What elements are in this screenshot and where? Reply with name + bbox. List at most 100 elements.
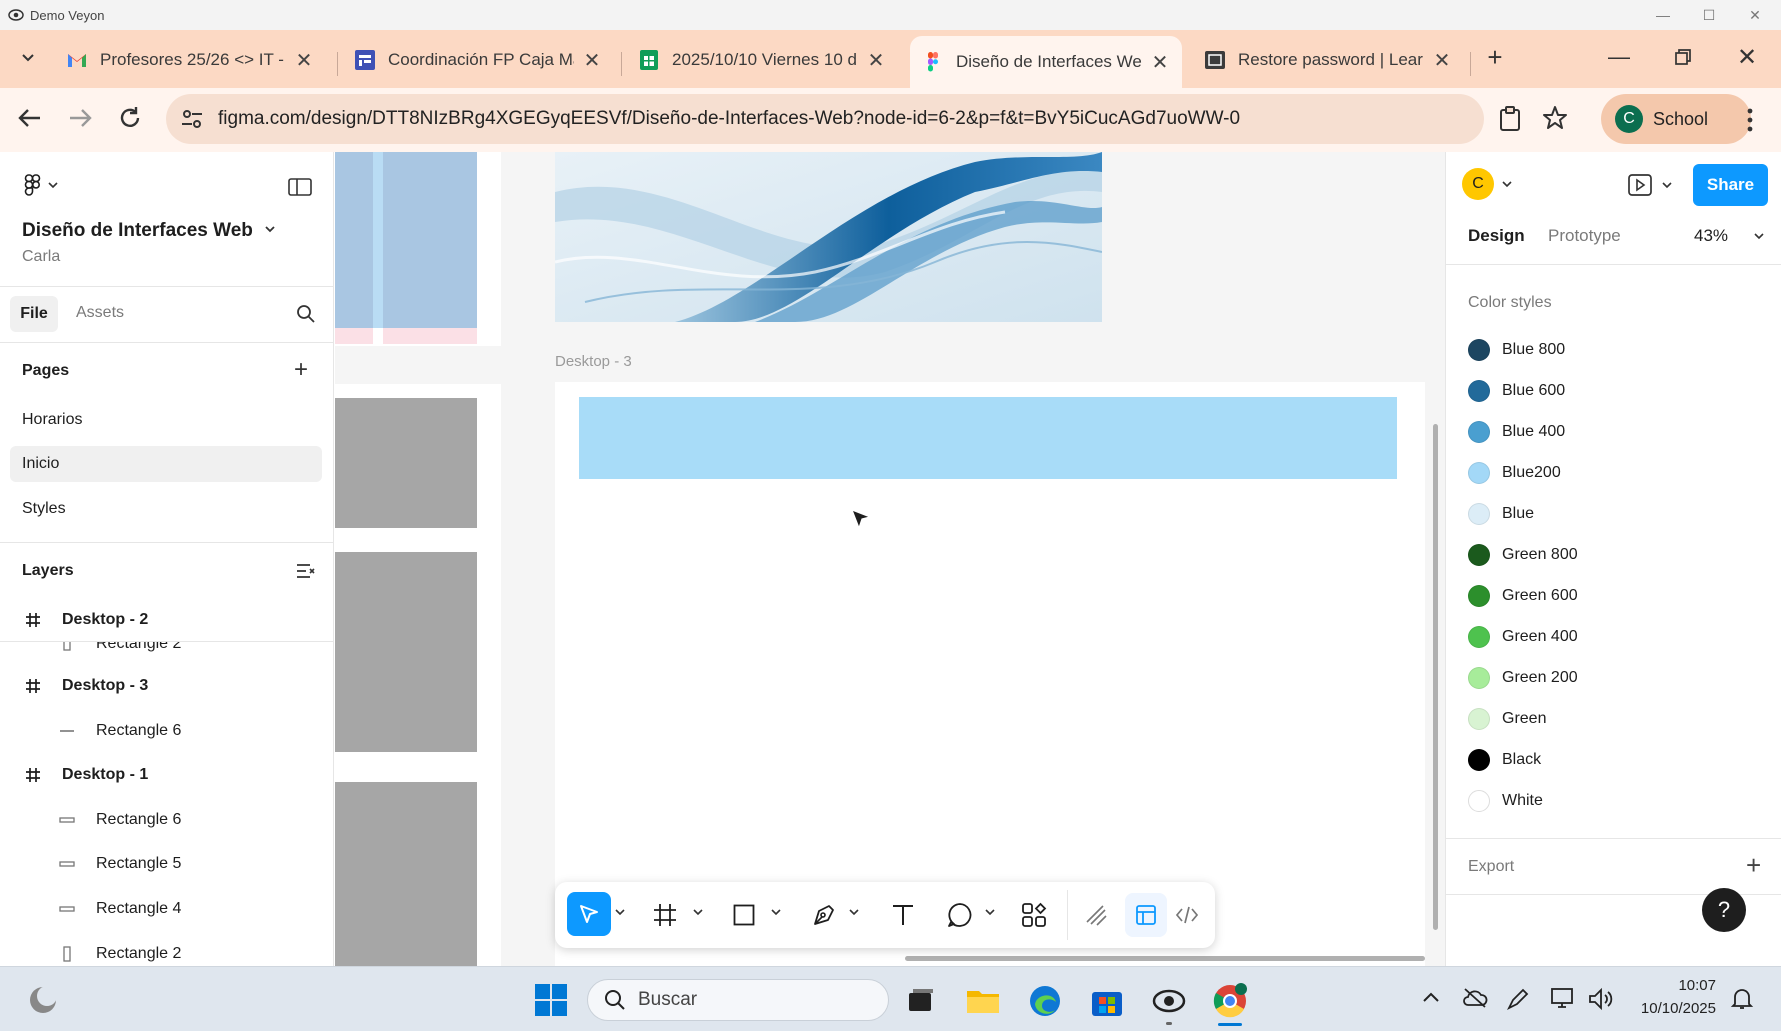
- tab-close-icon[interactable]: ✕: [1432, 48, 1452, 73]
- layer-rectangle-5[interactable]: Rectangle 5: [58, 848, 181, 880]
- figma-main-menu[interactable]: [24, 174, 58, 196]
- layer-frame-desktop-1[interactable]: Desktop - 1: [24, 759, 148, 791]
- color-style-blue-800[interactable]: Blue 800: [1468, 335, 1565, 365]
- clipboard-icon[interactable]: [1498, 106, 1522, 132]
- color-style-black[interactable]: Black: [1468, 745, 1541, 775]
- layer-rectangle-2[interactable]: Rectangle 2: [58, 938, 181, 966]
- browser-minimize-button[interactable]: —: [1604, 42, 1634, 72]
- tab-forms[interactable]: Coordinación FP Caja Má ✕: [342, 38, 614, 82]
- draw-mode-icon[interactable]: [1085, 904, 1107, 926]
- clock-date[interactable]: 10/10/2025: [1620, 1000, 1716, 1017]
- design-canvas[interactable]: Desktop - 3: [335, 152, 1445, 966]
- file-name-chevron-icon[interactable]: [264, 224, 276, 234]
- color-style-green-600[interactable]: Green 600: [1468, 581, 1578, 611]
- comment-tool-icon[interactable]: [947, 902, 973, 928]
- tab-design[interactable]: Design: [1468, 226, 1525, 246]
- reload-icon[interactable]: [116, 104, 144, 132]
- file-explorer-icon[interactable]: [966, 985, 1000, 1015]
- help-button[interactable]: ?: [1702, 888, 1746, 932]
- clock-time[interactable]: 10:07: [1624, 977, 1716, 994]
- microsoft-store-icon[interactable]: [1090, 984, 1124, 1018]
- back-arrow-icon[interactable]: [16, 106, 44, 130]
- taskbar-search-box[interactable]: Buscar: [587, 979, 889, 1021]
- pen-tray-icon[interactable]: [1506, 987, 1530, 1011]
- vertical-scrollbar[interactable]: [1433, 424, 1438, 930]
- new-tab-plus-icon[interactable]: +: [1480, 42, 1510, 72]
- user-menu[interactable]: C: [1462, 168, 1512, 200]
- rectangle-6-banner[interactable]: [579, 397, 1397, 479]
- chevron-down-icon[interactable]: [615, 908, 625, 916]
- color-style-blue200[interactable]: Blue200: [1468, 458, 1561, 488]
- network-icon[interactable]: [1550, 987, 1576, 1011]
- layer-frame-desktop-3[interactable]: Desktop - 3: [24, 670, 148, 702]
- address-bar[interactable]: figma.com/design/DTT8NIzBRg4XGEGyqEESVf/…: [166, 94, 1567, 144]
- tab-sheets[interactable]: 2025/10/10 Viernes 10 d ✕: [626, 38, 898, 82]
- os-close-button[interactable]: ✕: [1732, 0, 1778, 30]
- page-item-horarios[interactable]: Horarios: [10, 402, 322, 438]
- veyon-eye-icon[interactable]: [1152, 984, 1186, 1018]
- task-view-icon[interactable]: [906, 985, 936, 1015]
- site-info-icon[interactable]: [180, 108, 204, 130]
- present-button[interactable]: [1628, 174, 1672, 196]
- share-button[interactable]: Share: [1693, 164, 1768, 206]
- tab-prototype[interactable]: Prototype: [1548, 226, 1621, 246]
- file-name[interactable]: Diseño de Interfaces Web: [22, 220, 253, 242]
- tab-gmail[interactable]: Profesores 25/26 <> IT - ✕: [54, 38, 326, 82]
- tab-learn[interactable]: Restore password | Learn ✕: [1192, 38, 1464, 82]
- color-style-blue-600[interactable]: Blue 600: [1468, 376, 1565, 406]
- os-minimize-button[interactable]: —: [1640, 0, 1686, 30]
- dev-mode-code-icon[interactable]: [1175, 904, 1199, 926]
- color-style-green-800[interactable]: Green 800: [1468, 540, 1578, 570]
- add-export-plus-icon[interactable]: +: [1746, 852, 1761, 878]
- os-maximize-button[interactable]: ☐: [1686, 0, 1732, 30]
- profile-chip[interactable]: C School: [1601, 94, 1751, 144]
- color-style-blue[interactable]: Blue: [1468, 499, 1534, 529]
- design-mode-button[interactable]: [1125, 893, 1167, 937]
- actions-tool-icon[interactable]: [1021, 902, 1047, 928]
- widgets-icon[interactable]: [28, 985, 58, 1015]
- browser-close-button[interactable]: ✕: [1732, 42, 1762, 72]
- tab-close-icon[interactable]: ✕: [582, 48, 602, 73]
- zoom-chevron-icon[interactable]: [1754, 232, 1764, 240]
- layer-rectangle-6[interactable]: Rectangle 6: [58, 715, 181, 747]
- volume-icon[interactable]: [1588, 987, 1614, 1011]
- color-style-green[interactable]: Green: [1468, 704, 1546, 734]
- frame-label-desktop-3[interactable]: Desktop - 3: [555, 353, 632, 370]
- chevron-down-icon[interactable]: [849, 908, 859, 916]
- rectangle-tool-icon[interactable]: [733, 904, 755, 926]
- move-tool-button[interactable]: [567, 892, 611, 936]
- color-style-blue-400[interactable]: Blue 400: [1468, 417, 1565, 447]
- tab-file[interactable]: File: [10, 296, 58, 332]
- layer-sticky-frame[interactable]: Desktop - 2: [0, 598, 333, 642]
- abstract-blue-wave-image[interactable]: [555, 152, 1102, 322]
- page-item-styles[interactable]: Styles: [10, 491, 322, 527]
- pen-tool-icon[interactable]: [811, 902, 837, 928]
- browser-menu-icon[interactable]: [1742, 106, 1758, 134]
- partial-frame-desktop-1[interactable]: [335, 384, 501, 966]
- tab-close-icon[interactable]: ✕: [294, 48, 314, 73]
- chevron-down-icon[interactable]: [693, 908, 703, 916]
- tab-close-icon[interactable]: ✕: [1150, 50, 1170, 75]
- zoom-level[interactable]: 43%: [1694, 226, 1728, 246]
- chrome-browser-icon[interactable]: [1212, 983, 1248, 1019]
- color-style-white[interactable]: White: [1468, 786, 1543, 816]
- frame-desktop-3[interactable]: [555, 382, 1425, 966]
- color-style-green-200[interactable]: Green 200: [1468, 663, 1578, 693]
- chevron-down-icon[interactable]: [771, 908, 781, 916]
- color-style-green-400[interactable]: Green 400: [1468, 622, 1578, 652]
- tab-figma-active[interactable]: Diseño de Interfaces Web ✕: [910, 36, 1182, 88]
- notifications-icon[interactable]: [1730, 987, 1754, 1011]
- frame-tool-icon[interactable]: [653, 903, 677, 927]
- page-item-inicio[interactable]: Inicio: [10, 446, 322, 482]
- horizontal-scrollbar[interactable]: [905, 956, 1425, 961]
- browser-restore-button[interactable]: [1668, 42, 1698, 72]
- add-page-plus-icon[interactable]: +: [294, 358, 308, 382]
- layers-options-icon[interactable]: [296, 562, 316, 580]
- tab-assets[interactable]: Assets: [76, 304, 124, 322]
- partial-frame-desktop-2[interactable]: [335, 152, 501, 346]
- toggle-sidebar-icon[interactable]: [288, 178, 312, 196]
- onedrive-offline-icon[interactable]: [1462, 987, 1488, 1009]
- layer-rectangle-4[interactable]: Rectangle 4: [58, 893, 181, 925]
- tab-close-icon[interactable]: ✕: [866, 48, 886, 73]
- tab-search-chevron-icon[interactable]: [14, 44, 42, 72]
